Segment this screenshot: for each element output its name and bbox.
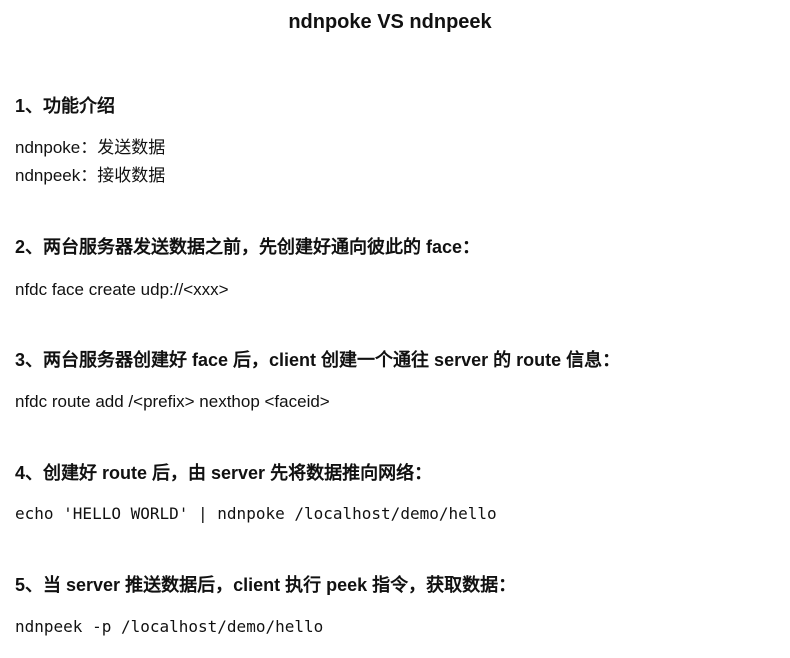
- page-title: ndnpoke VS ndnpeek: [288, 11, 492, 33]
- section-heading-create-route: 3、两台服务器创建好 face 后，client 创建一个通往 server 的…: [15, 350, 621, 370]
- face-create-command: nfdc face create udp://<xxx>: [15, 280, 229, 299]
- section-heading-push-data: 4、创建好 route 后，由 server 先将数据推向网络：: [15, 463, 433, 483]
- route-add-command: nfdc route add /<prefix> nexthop <faceid…: [15, 392, 330, 411]
- section-heading-function-intro: 1、功能介绍: [15, 96, 116, 116]
- document-page: ndnpoke VS ndnpeek 1、功能介绍 ndnpoke：发送数据 n…: [0, 0, 790, 658]
- ndnpoke-description: ndnpoke：发送数据: [15, 138, 166, 157]
- ndnpoke-command: echo 'HELLO WORLD' | ndnpoke /localhost/…: [15, 504, 497, 523]
- section-heading-create-face: 2、两台服务器发送数据之前，先创建好通向彼此的 face：: [15, 237, 481, 257]
- ndnpeek-description: ndnpeek：接收数据: [15, 166, 166, 185]
- section-heading-peek-data: 5、当 server 推送数据后，client 执行 peek 指令，获取数据：: [15, 575, 517, 595]
- ndnpeek-command: ndnpeek -p /localhost/demo/hello: [15, 617, 324, 636]
